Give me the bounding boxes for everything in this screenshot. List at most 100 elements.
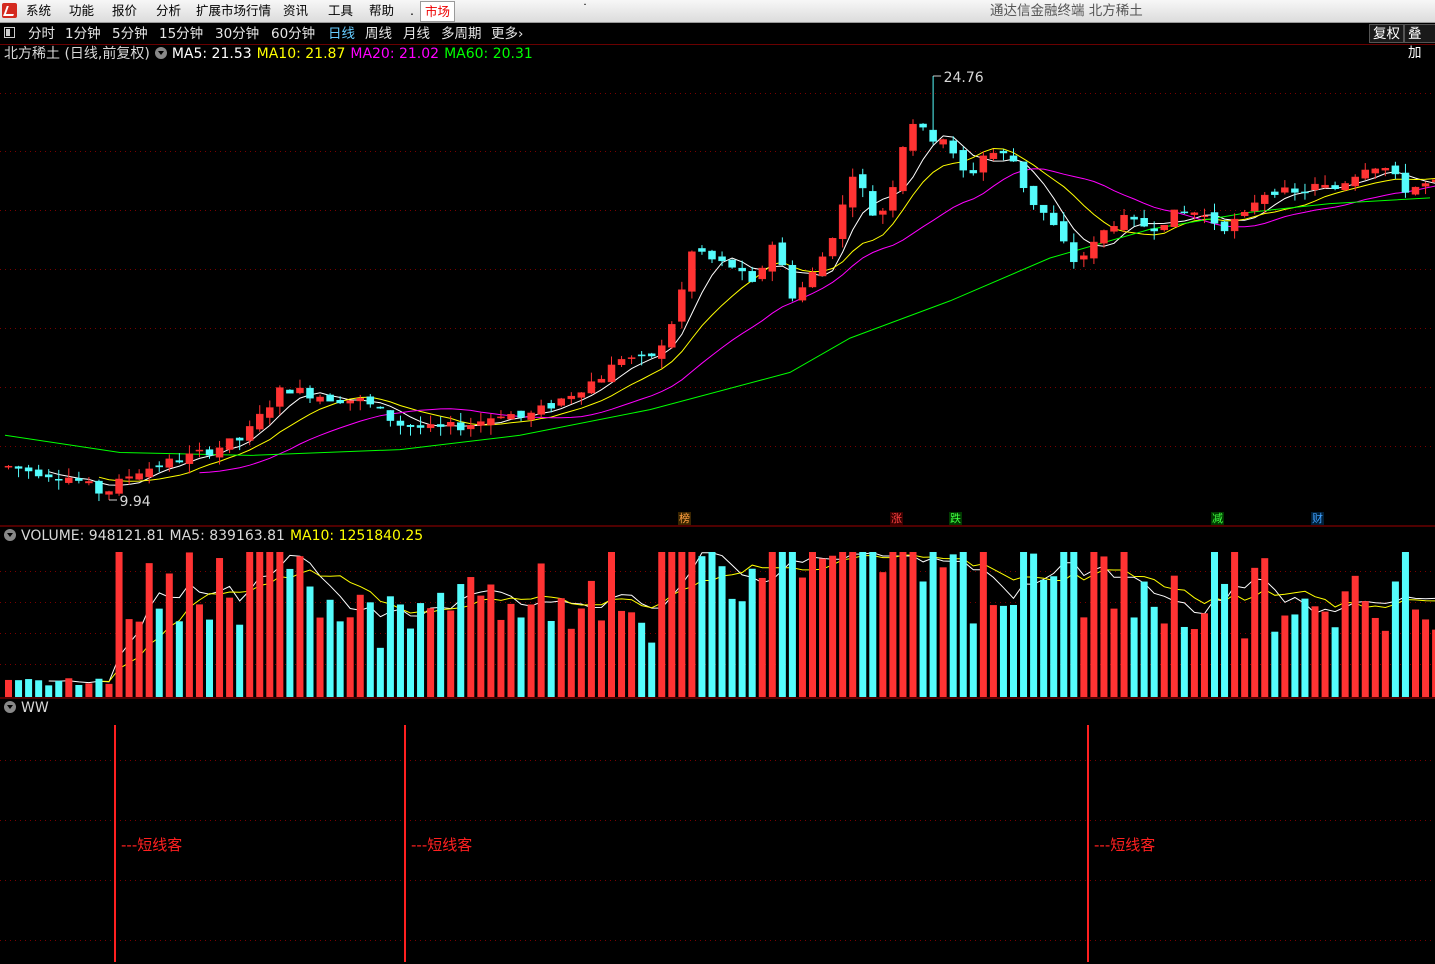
volume-bar [306, 586, 314, 697]
volume-bar [85, 683, 93, 697]
volume-bar [135, 621, 143, 697]
candle-body [658, 345, 666, 359]
candle-body [215, 447, 224, 458]
volume-bar [155, 608, 163, 697]
volume-bar [648, 642, 656, 697]
volume-bar [778, 552, 786, 697]
event-marker[interactable]: 榜 [678, 512, 691, 525]
volume-bar [869, 552, 877, 697]
candle-body [758, 267, 766, 280]
candle-body [698, 248, 706, 252]
volume-bar [286, 568, 294, 697]
candle-body [597, 378, 606, 383]
volume-bar [35, 680, 43, 697]
candle-body [1381, 168, 1390, 171]
candle-body [1039, 204, 1048, 213]
volume-bar [376, 647, 384, 697]
ww-signal-label: ---短线客 [121, 836, 182, 854]
volume-bar [889, 552, 897, 697]
volume-bar [396, 604, 404, 697]
candle-body [286, 389, 294, 394]
candle-body [1140, 218, 1148, 227]
event-marker[interactable]: 涨 [890, 512, 903, 525]
event-marker[interactable]: 财 [1311, 512, 1324, 525]
candle-body [738, 267, 746, 272]
candle-body [1080, 255, 1088, 260]
candle-body [1291, 188, 1299, 193]
volume-bar [1241, 638, 1249, 697]
candle-body [517, 410, 525, 418]
volume-bar [658, 552, 666, 697]
candle-body [1261, 194, 1269, 204]
volume-bar [628, 612, 636, 697]
candle-body [1351, 176, 1359, 187]
ma5-value: MA5: 21.53 [171, 46, 252, 62]
volume-bar [1341, 591, 1349, 697]
volume-bar [15, 680, 23, 697]
volume-bar [557, 598, 565, 697]
candle-body [356, 398, 364, 402]
candle-body [1029, 185, 1038, 206]
volume-bar [748, 568, 756, 697]
volume-bar [1422, 619, 1430, 697]
candle-body [728, 259, 736, 268]
candle-body [788, 264, 797, 299]
volume-panel-menu-icon[interactable] [4, 529, 16, 541]
volume-bar [256, 552, 264, 697]
candle-body [778, 242, 787, 266]
volume-bar [1311, 606, 1319, 697]
volume-bar [1371, 617, 1379, 697]
candle-body [1120, 214, 1128, 231]
candle-body [909, 123, 917, 151]
candle-body [577, 392, 586, 398]
volume-bar [216, 558, 224, 697]
volume-bar [979, 552, 987, 697]
candle-body [959, 150, 967, 171]
candle-body [1271, 191, 1279, 195]
candle-body [266, 407, 274, 418]
candle-body [44, 474, 53, 478]
candle-body [647, 353, 656, 357]
volume-bar [798, 577, 806, 697]
volume-bar [276, 552, 284, 697]
ww-panel-menu-icon[interactable] [4, 701, 16, 713]
candle-body [205, 449, 214, 456]
candle-body [1230, 218, 1239, 232]
volume-bar [296, 556, 304, 697]
event-marker[interactable]: 跌 [949, 512, 962, 525]
volume-bar [587, 580, 595, 697]
candle-body [4, 465, 13, 468]
ww-signal-label: ---短线客 [1094, 836, 1155, 854]
candle-body [396, 420, 405, 426]
volume-bar [618, 610, 626, 697]
volume-bar [959, 552, 967, 697]
volume-bar [758, 577, 766, 697]
price-info-line: 北方稀土 (日线,前复权) MA5: 21.53 MA10: 21.87 MA20: … [4, 45, 538, 63]
event-marker[interactable]: 减 [1211, 512, 1224, 525]
volume-bar [1170, 575, 1178, 697]
candle-body [637, 354, 646, 357]
candle-body [1200, 215, 1209, 217]
volume-bar [366, 602, 374, 697]
volume-bar [999, 605, 1007, 697]
candle-body [497, 416, 505, 419]
volume-bar [346, 617, 354, 697]
stock-chart[interactable]: ---短线客 ---短线客 ---短线客 24.76 9.94 [0, 0, 1435, 964]
volume-bar [1251, 567, 1259, 697]
volume-bar [1140, 581, 1148, 697]
volume-bar [849, 552, 857, 697]
candle-body [1331, 185, 1339, 189]
candle-body [225, 438, 234, 450]
candle-body [376, 406, 385, 409]
candle-body [55, 479, 63, 481]
volume-bar [236, 624, 244, 697]
candle-body [1009, 155, 1018, 162]
price-panel-menu-icon[interactable] [154, 47, 167, 59]
candle-body [939, 139, 947, 145]
volume-bar [1120, 552, 1128, 697]
volume-bar [1401, 552, 1409, 697]
volume-bar [65, 678, 73, 697]
volume-bar [909, 552, 917, 697]
volume-bar [708, 552, 716, 697]
candle-body [949, 140, 957, 154]
